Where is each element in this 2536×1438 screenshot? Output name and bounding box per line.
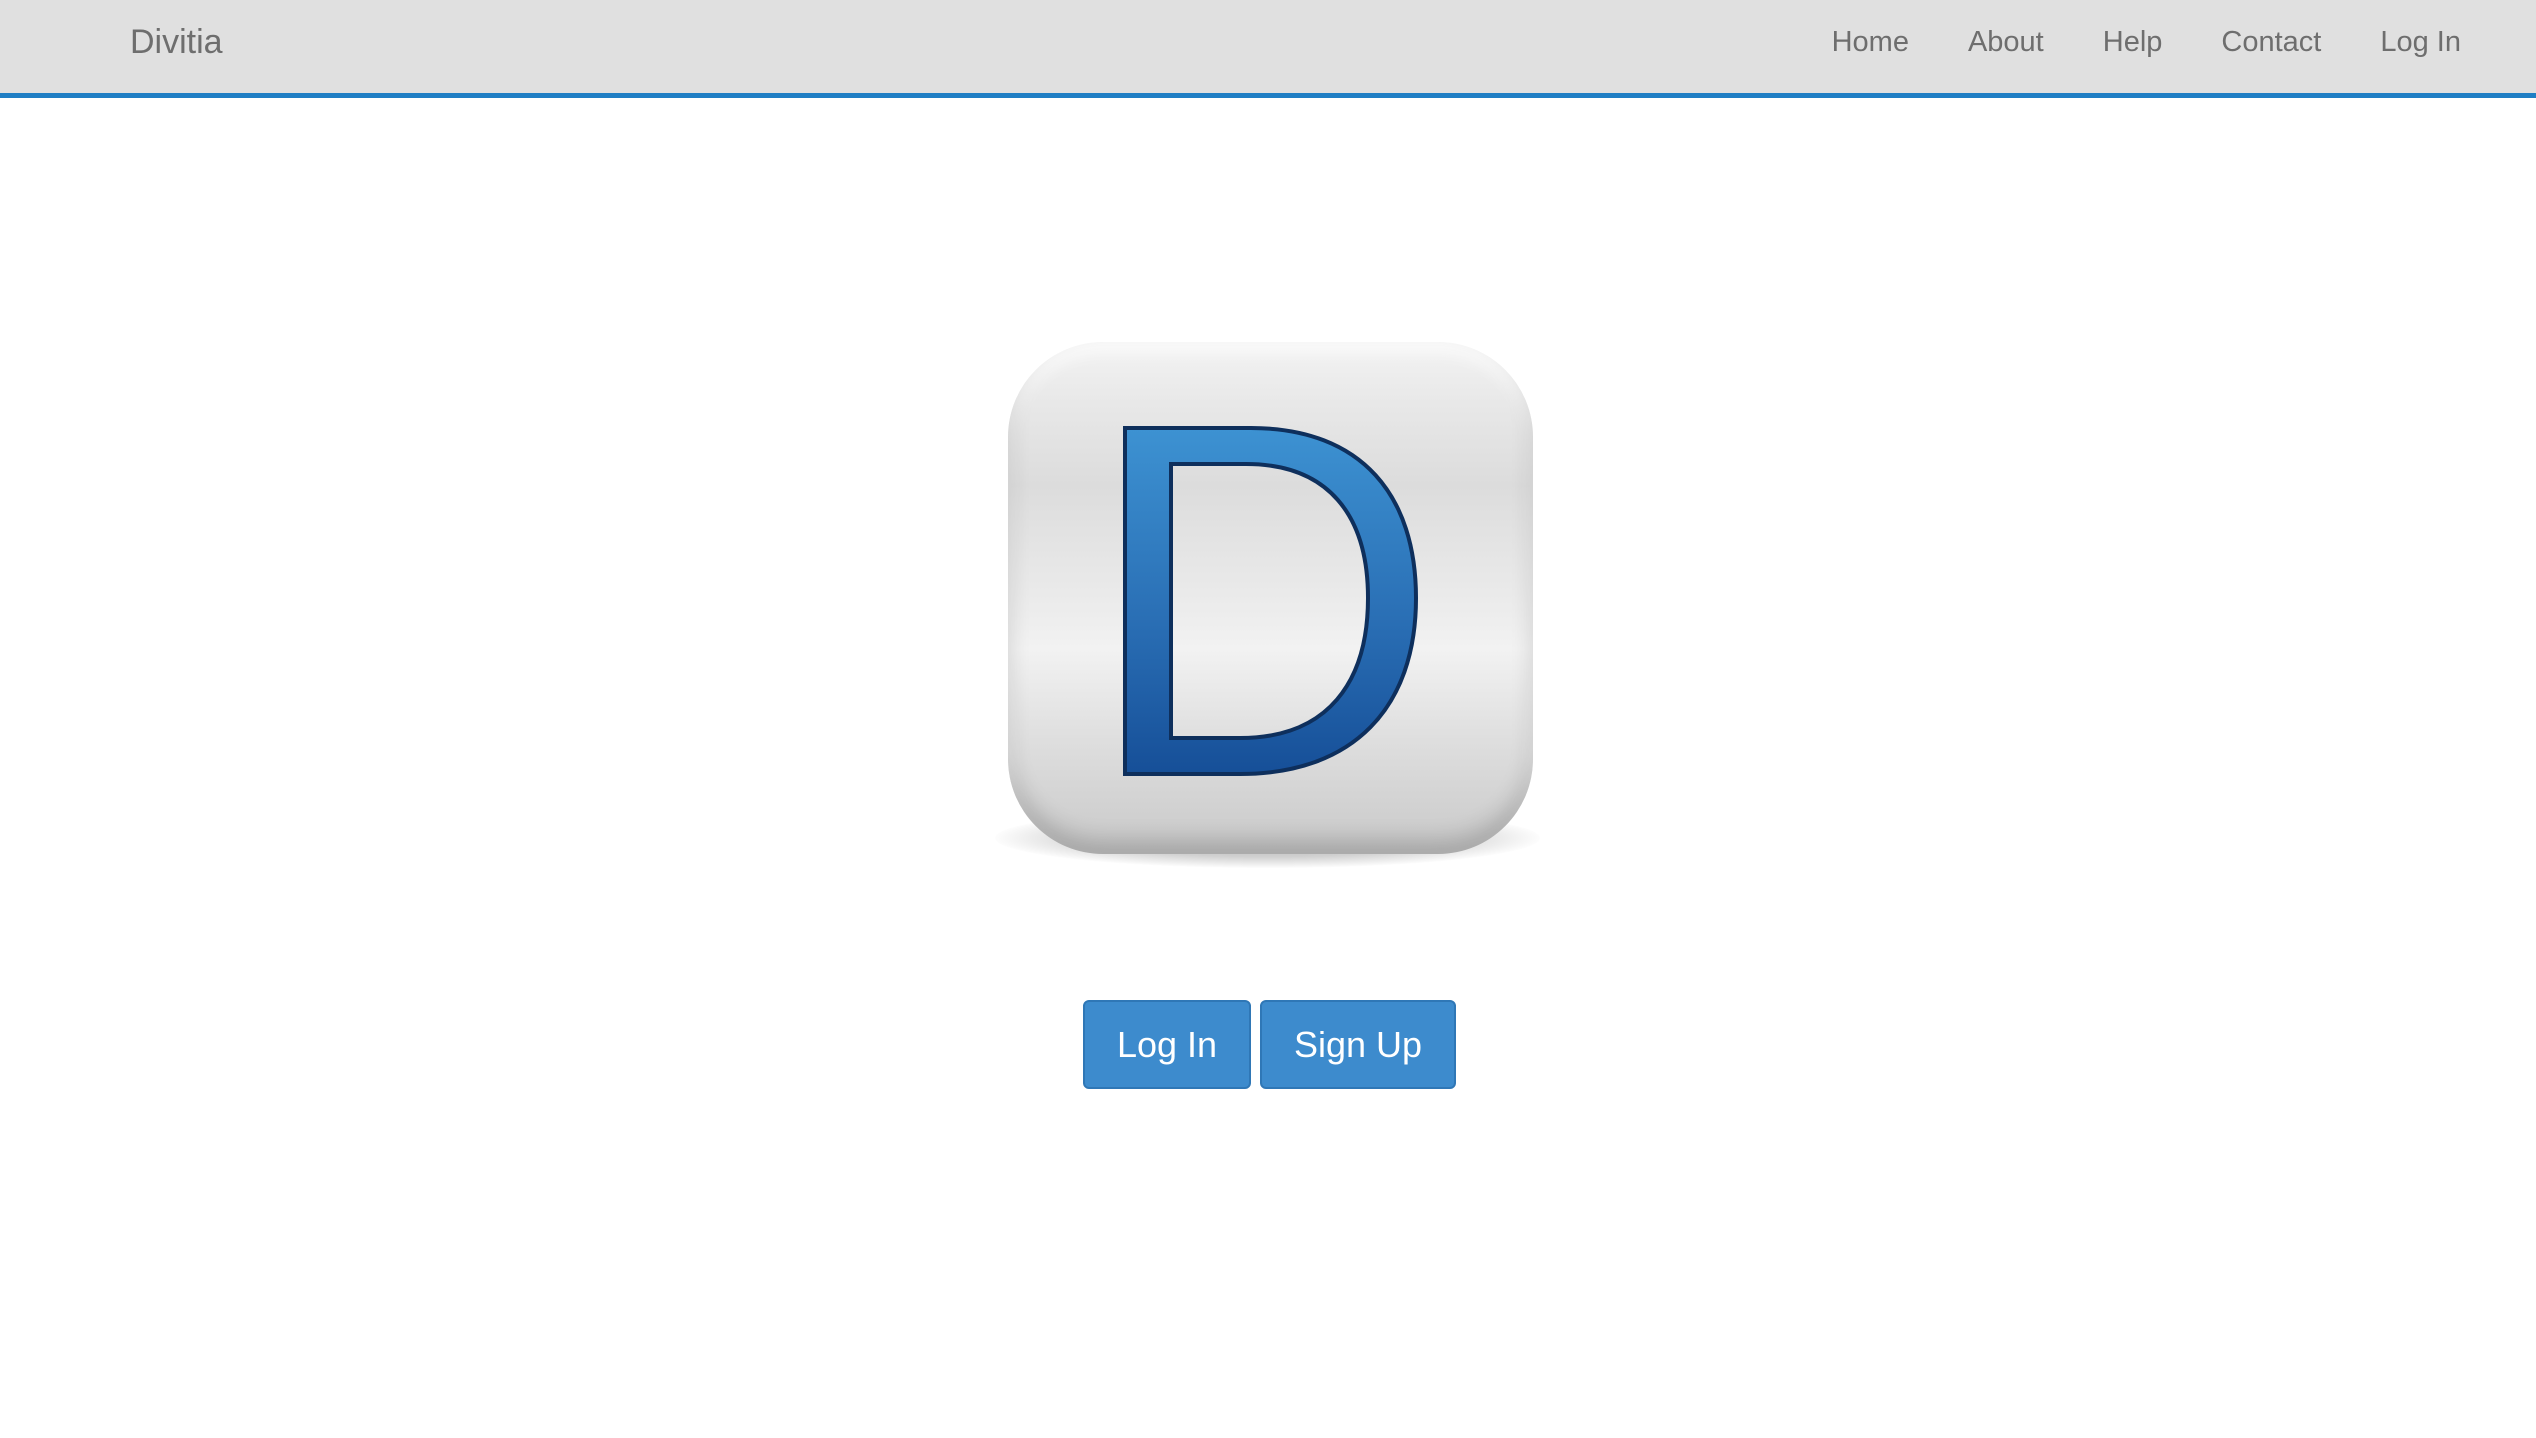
brand-link[interactable]: Divitia: [130, 0, 223, 84]
nav-menu: Home About Help Contact Log In: [1773, 0, 2461, 84]
nav-item-home[interactable]: Home: [1832, 26, 1909, 59]
logo-tile: [1008, 342, 1533, 854]
nav-item-login[interactable]: Log In: [2380, 26, 2461, 59]
signup-button[interactable]: Sign Up: [1260, 1000, 1456, 1089]
d-letter-icon: [1123, 426, 1419, 776]
nav-item-about[interactable]: About: [1968, 26, 2044, 59]
login-button[interactable]: Log In: [1083, 1000, 1251, 1089]
divitia-logo: [965, 338, 1570, 893]
top-navbar: Divitia Home About Help Contact Log In: [0, 0, 2536, 98]
nav-item-help[interactable]: Help: [2103, 26, 2163, 59]
auth-button-group: Log In Sign Up: [1083, 1000, 1456, 1089]
nav-item-contact[interactable]: Contact: [2221, 26, 2321, 59]
